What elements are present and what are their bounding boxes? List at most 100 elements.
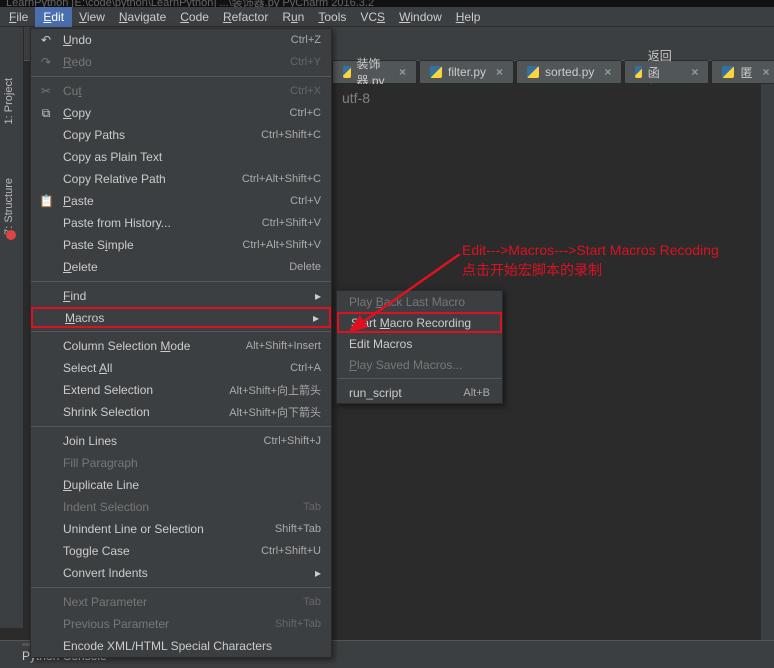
menu-item-icon: ↶ [39, 33, 53, 47]
menu-item-shortcut: Tab [303, 596, 321, 608]
submenu-item-shortcut: Alt+B [463, 387, 490, 399]
menu-item-label: Encode XML/HTML Special Characters [63, 639, 272, 653]
menu-item-label: Select All [63, 361, 112, 375]
menu-view[interactable]: View [72, 8, 112, 26]
menu-item-unindent-line-or-selection[interactable]: Unindent Line or SelectionShift+Tab [31, 518, 331, 540]
menu-item-shortcut: Ctrl+Shift+U [261, 545, 321, 557]
editor-visible-text: utf-8 [342, 90, 370, 106]
menu-item-column-selection-mode[interactable]: Column Selection ModeAlt+Shift+Insert [31, 335, 331, 357]
menu-item-copy[interactable]: ⧉CopyCtrl+C [31, 102, 331, 124]
menu-item-copy-paths[interactable]: Copy PathsCtrl+Shift+C [31, 124, 331, 146]
menu-item-next-parameter: Next ParameterTab [31, 591, 331, 613]
submenu-item-label: Edit Macros [349, 337, 412, 351]
menu-item-shortcut: Ctrl+Shift+C [261, 129, 321, 141]
close-icon[interactable]: × [496, 65, 503, 79]
menu-item-paste[interactable]: 📋PasteCtrl+V [31, 190, 331, 212]
menu-item-shortcut: Ctrl+A [290, 362, 321, 374]
menu-item-shortcut: Ctrl+C [290, 107, 321, 119]
side-tab-project[interactable]: 1: Project [3, 78, 15, 124]
menu-item-toggle-case[interactable]: Toggle Case Ctrl+Shift+U [31, 540, 331, 562]
menu-item-label: Macros [65, 311, 104, 325]
editor-scrollbar[interactable] [761, 84, 774, 640]
menu-item-duplicate-line[interactable]: Duplicate Line [31, 474, 331, 496]
side-tab-structure[interactable]: 7: Structure [3, 178, 15, 235]
menu-item-shortcut: Ctrl+Y [290, 56, 321, 68]
menu-item-encode-xml-html-special-characters[interactable]: Encode XML/HTML Special Characters [31, 635, 331, 657]
menu-item-join-lines[interactable]: Join LinesCtrl+Shift+J [31, 430, 331, 452]
menu-item-find[interactable]: Find▸ [31, 285, 331, 307]
menu-item-convert-indents[interactable]: Convert Indents ▸ [31, 562, 331, 584]
menu-item-extend-selection[interactable]: Extend SelectionAlt+Shift+向上箭头 [31, 379, 331, 401]
editor-tab[interactable]: 返回函数.py× [624, 60, 709, 84]
menu-item-icon: ✂ [39, 84, 53, 98]
menu-tools[interactable]: Tools [311, 8, 353, 26]
menu-item-undo[interactable]: ↶UndoCtrl+Z [31, 29, 331, 51]
separator [337, 378, 502, 379]
annotation-line2: 点击开始宏脚本的录制 [462, 260, 719, 280]
menu-item-label: Paste [63, 194, 94, 208]
menu-item-select-all[interactable]: Select All Ctrl+A [31, 357, 331, 379]
tab-label: sorted.py [545, 65, 594, 79]
annotation-text: Edit--->Macros--->Start Macros Recoding … [462, 240, 719, 280]
editor-tab[interactable]: filter.py× [419, 60, 514, 84]
menu-item-label: Redo [63, 55, 92, 69]
submenu-item-start-macro-recording[interactable]: Start Macro Recording [337, 312, 502, 333]
python-file-icon [430, 66, 442, 78]
macros-submenu: Play Back Last MacroStart Macro Recordin… [336, 290, 503, 404]
menu-item-copy-relative-path[interactable]: Copy Relative Path Ctrl+Alt+Shift+C [31, 168, 331, 190]
chevron-right-icon: ▸ [315, 566, 321, 580]
submenu-item-play-back-last-macro: Play Back Last Macro [337, 291, 502, 312]
menu-item-indent-selection: Indent SelectionTab [31, 496, 331, 518]
menu-item-shortcut: Ctrl+Alt+Shift+C [242, 173, 321, 185]
editor-tab[interactable]: 匿× [711, 60, 774, 84]
menu-item-label: Toggle Case [63, 544, 130, 558]
menu-item-copy-as-plain-text[interactable]: Copy as Plain Text [31, 146, 331, 168]
menu-vcs[interactable]: VCS [353, 8, 392, 26]
submenu-item-edit-macros[interactable]: Edit Macros [337, 333, 502, 354]
python-file-icon [343, 66, 351, 78]
menu-bar: FileEditViewNavigateCodeRefactorRunTools… [0, 7, 774, 27]
menu-item-label: Copy Relative Path [63, 172, 166, 186]
menu-item-shortcut: Ctrl+Alt+Shift+V [242, 239, 321, 251]
menu-item-macros[interactable]: Macros▸ [31, 307, 331, 328]
menu-navigate[interactable]: Navigate [112, 8, 173, 26]
menu-item-label: Join Lines [63, 434, 117, 448]
breakpoint-dot-icon [6, 230, 16, 240]
editor-tabs: 装饰器.py×filter.py×sorted.py×返回函数.py×匿× [332, 60, 774, 84]
menu-item-label: Paste Simple [63, 238, 134, 252]
menu-item-shortcut: Tab [303, 501, 321, 513]
close-icon[interactable]: × [604, 65, 611, 79]
menu-item-redo: ↷RedoCtrl+Y [31, 51, 331, 73]
menu-run[interactable]: Run [275, 8, 311, 26]
separator [31, 76, 331, 77]
editor-tab[interactable]: 装饰器.py× [332, 60, 417, 84]
menu-file[interactable]: File [2, 8, 35, 26]
close-icon[interactable]: × [691, 65, 698, 79]
tab-label: 匿 [740, 64, 752, 81]
menu-item-shortcut: Ctrl+Z [291, 34, 321, 46]
menu-edit[interactable]: Edit [35, 7, 72, 27]
menu-item-label: Paste from History... [63, 216, 171, 230]
menu-item-label: Duplicate Line [63, 478, 139, 492]
menu-item-shortcut: Alt+Shift+向下箭头 [229, 404, 321, 420]
submenu-item-label: Play Saved Macros... [349, 358, 462, 372]
menu-item-shortcut: Delete [289, 261, 321, 273]
menu-item-delete[interactable]: DeleteDelete [31, 256, 331, 278]
menu-item-shortcut: Alt+Shift+Insert [246, 340, 321, 352]
menu-window[interactable]: Window [392, 8, 449, 26]
menu-code[interactable]: Code [173, 8, 216, 26]
menu-item-shortcut: Shift+Tab [275, 523, 321, 535]
menu-item-paste-simple[interactable]: Paste Simple Ctrl+Alt+Shift+V [31, 234, 331, 256]
menu-item-paste-from-history-[interactable]: Paste from History... Ctrl+Shift+V [31, 212, 331, 234]
editor-tab[interactable]: sorted.py × [516, 60, 622, 84]
close-icon[interactable]: × [399, 65, 406, 79]
menu-item-shortcut: Ctrl+Shift+V [262, 217, 321, 229]
close-icon[interactable]: × [762, 65, 769, 79]
menu-refactor[interactable]: Refactor [216, 8, 275, 26]
menu-help[interactable]: Help [449, 8, 488, 26]
submenu-item-run-script[interactable]: run_scriptAlt+B [337, 382, 502, 403]
menu-item-label: Convert Indents [63, 566, 148, 580]
menu-item-label: Copy [63, 106, 91, 120]
menu-item-shrink-selection[interactable]: Shrink SelectionAlt+Shift+向下箭头 [31, 401, 331, 423]
python-file-icon [722, 66, 734, 78]
